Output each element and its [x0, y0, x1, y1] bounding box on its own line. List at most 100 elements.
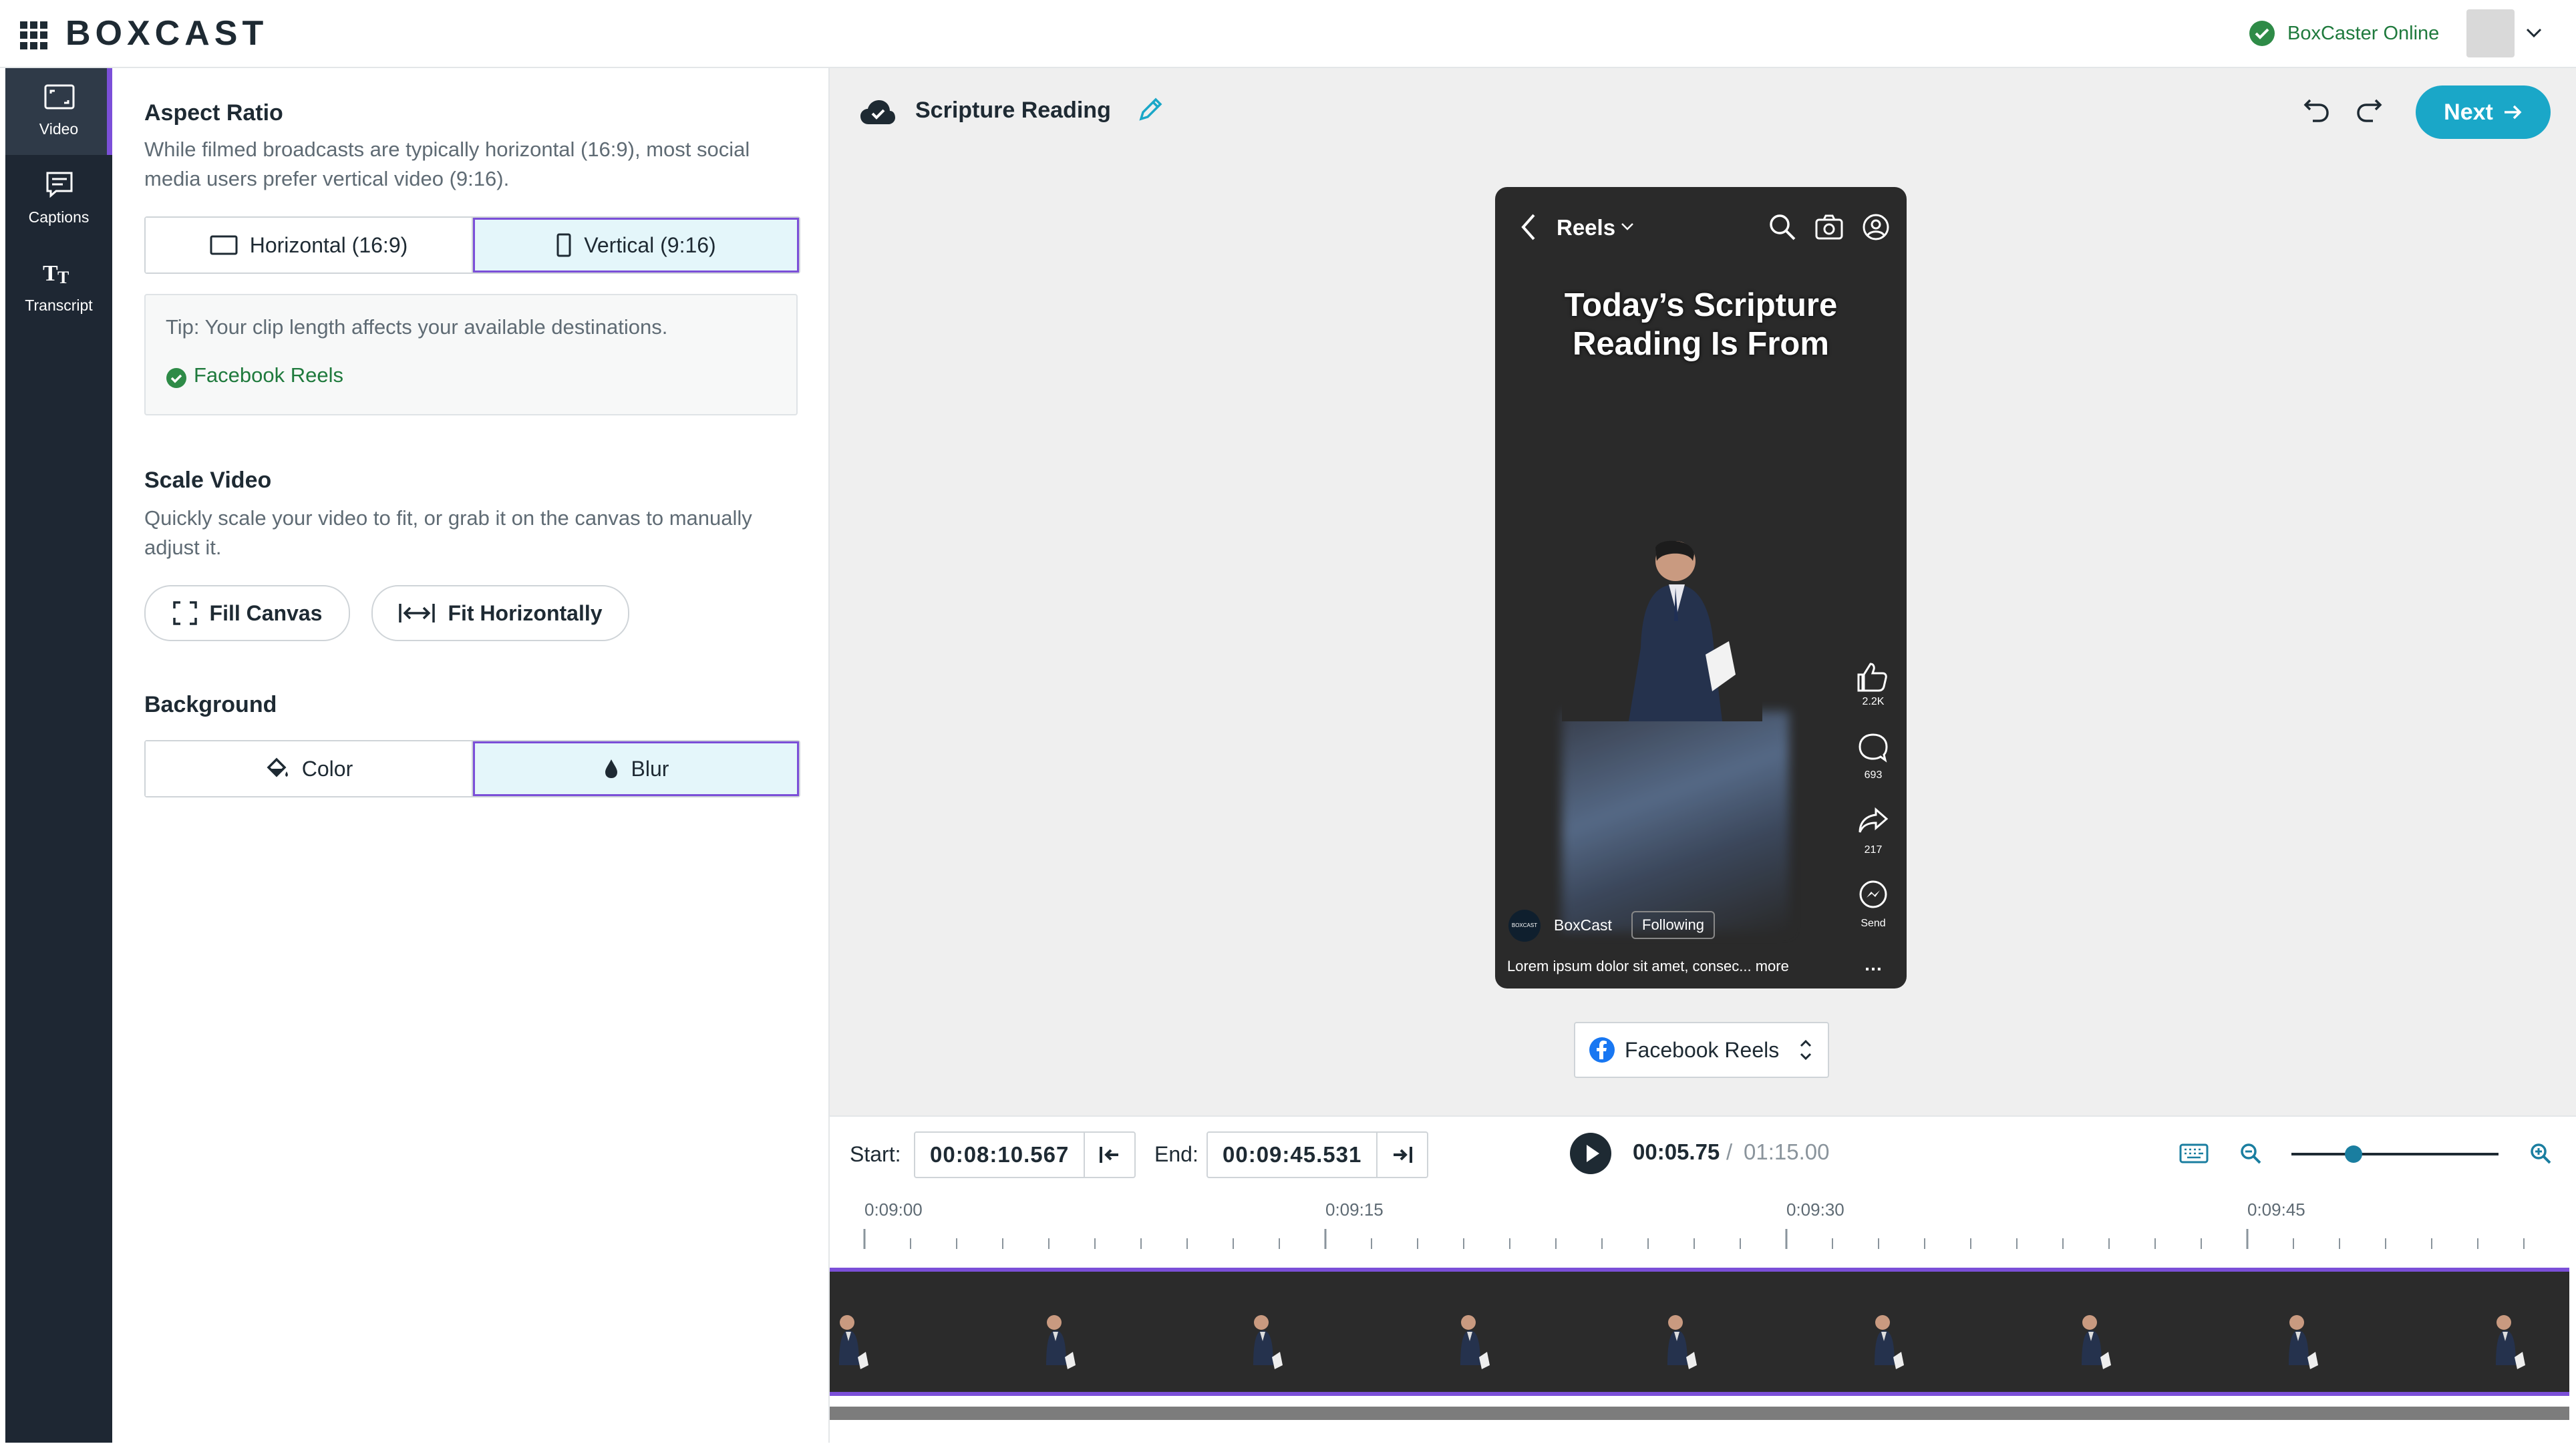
reel-caption: Lorem ipsum dolor sit amet, consec... mo… — [1507, 958, 1789, 974]
filmstrip-frame — [1667, 1315, 1697, 1369]
apps-grid-icon[interactable] — [20, 21, 48, 49]
arrow-right-icon — [2503, 102, 2523, 122]
device-status: BoxCaster Online — [2287, 23, 2440, 44]
reels-tab-label: Reels — [1557, 215, 1616, 240]
like-icon — [1853, 661, 1893, 692]
ruler-label: 0:09:15 — [1325, 1200, 1384, 1220]
filmstrip-frame — [1875, 1315, 1904, 1369]
rail-item-video[interactable]: Video — [5, 68, 112, 155]
redo-icon[interactable] — [2354, 96, 2384, 126]
blur-background-button[interactable]: Blur — [473, 741, 799, 796]
tool-rail: Video Captions TT Transcript — [5, 68, 112, 1443]
filmstrip-frame — [1460, 1315, 1490, 1369]
pencil-icon[interactable] — [1137, 96, 1164, 123]
play-button[interactable] — [1570, 1133, 1611, 1174]
messenger-icon — [1853, 879, 1893, 911]
speaker-video — [1562, 521, 1762, 902]
video-frame-icon — [44, 84, 75, 110]
filmstrip-frame — [2496, 1315, 2525, 1369]
like-count: 2.2K — [1862, 696, 1885, 707]
comment-count: 693 — [1864, 769, 1883, 781]
facebook-icon — [1589, 1037, 1615, 1063]
current-time: 00:05.75 — [1633, 1139, 1720, 1164]
undo-icon[interactable] — [2302, 96, 2331, 126]
portrait-icon — [556, 233, 572, 257]
aspect-ratio-heading: Aspect Ratio — [144, 100, 283, 126]
zoom-out-icon[interactable] — [2239, 1142, 2262, 1165]
video-filmstrip[interactable] — [830, 1268, 2569, 1396]
set-start-icon — [1098, 1145, 1121, 1165]
zoom-in-icon[interactable] — [2529, 1142, 2552, 1165]
horizontal-aspect-button[interactable]: Horizontal (16:9) — [146, 218, 473, 273]
ruler-label: 0:09:30 — [1786, 1200, 1844, 1220]
filmstrip-frame — [2289, 1315, 2318, 1369]
comment-icon — [1853, 732, 1893, 764]
aspect-ratio-description: While filmed broadcasts are typically ho… — [144, 138, 750, 190]
set-end-icon — [1391, 1145, 1414, 1165]
total-duration: 01:15.00 — [1744, 1139, 1830, 1164]
filmstrip-frame — [839, 1315, 868, 1369]
clip-length-tip: Tip: Your clip length affects your avail… — [144, 294, 798, 415]
end-label: End: — [1154, 1142, 1198, 1166]
destination-select[interactable]: Facebook Reels — [1574, 1022, 1829, 1078]
blur-background-label: Blur — [631, 756, 669, 781]
zoom-slider-track[interactable] — [2291, 1145, 2499, 1163]
chevron-down-icon — [1621, 222, 1634, 231]
background-toggle: Color Blur — [144, 740, 800, 797]
fill-canvas-label: Fill Canvas — [209, 600, 323, 625]
reels-preview[interactable]: Reels Today’s Scripture Reading Is From … — [1495, 187, 1907, 988]
end-timecode-value: 00:09:45.531 — [1223, 1142, 1362, 1167]
next-button[interactable]: Next — [2416, 85, 2551, 139]
fit-horizontally-button[interactable]: Fit Horizontally — [371, 585, 629, 641]
timeline-scrollbar[interactable] — [830, 1407, 2569, 1420]
svg-text:T: T — [57, 268, 69, 286]
paint-bucket-icon — [265, 757, 290, 781]
keyboard-icon[interactable] — [2179, 1143, 2209, 1163]
timeline-ruler[interactable] — [830, 1229, 2569, 1249]
chevron-down-icon[interactable] — [2525, 25, 2543, 40]
color-background-button[interactable]: Color — [146, 741, 473, 796]
scale-video-heading: Scale Video — [144, 468, 272, 493]
send-label: Send — [1861, 918, 1886, 929]
landscape-icon — [210, 234, 238, 256]
ruler-label: 0:09:45 — [2247, 1200, 2305, 1220]
back-chevron-icon — [1520, 212, 1537, 242]
rail-item-transcript[interactable]: TT Transcript — [5, 244, 112, 331]
color-background-label: Color — [301, 756, 353, 781]
share-count: 217 — [1864, 844, 1883, 856]
fit-horizontally-label: Fit Horizontally — [448, 600, 603, 625]
chevron-updown-icon — [1798, 1037, 1813, 1063]
vertical-aspect-button[interactable]: Vertical (9:16) — [473, 218, 799, 273]
droplet-icon — [603, 758, 619, 779]
camera-icon — [1814, 214, 1844, 240]
top-bar: BOXCAST BoxCaster Online — [0, 0, 2576, 68]
reels-top-bar: Reels — [1495, 187, 1907, 260]
filmstrip-frame — [1046, 1315, 1076, 1369]
profile-icon — [1861, 212, 1891, 242]
avatar[interactable] — [2466, 9, 2515, 57]
background-heading: Background — [144, 692, 277, 717]
account-name: BoxCast — [1554, 916, 1612, 934]
tip-text: Tip: Your clip length affects your avail… — [166, 315, 668, 339]
set-start-button[interactable] — [1084, 1133, 1134, 1177]
check-circle-icon — [2249, 20, 2275, 47]
account-avatar: BOXCAST — [1508, 910, 1541, 942]
boxcast-logo[interactable]: BOXCAST — [65, 13, 268, 53]
following-button: Following — [1631, 911, 1715, 939]
play-icon — [1587, 1145, 1599, 1162]
expand-corners-icon — [172, 600, 198, 626]
aspect-ratio-toggle: Horizontal (16:9) Vertical (9:16) — [144, 216, 800, 274]
next-label: Next — [2444, 99, 2493, 125]
start-timecode-field[interactable]: 00:08:10.567 — [914, 1131, 1136, 1178]
end-timecode-field[interactable]: 00:09:45.531 — [1206, 1131, 1429, 1178]
start-timecode-value: 00:08:10.567 — [930, 1142, 1070, 1167]
set-end-button[interactable] — [1376, 1133, 1427, 1177]
fill-canvas-button[interactable]: Fill Canvas — [144, 585, 350, 641]
zoom-slider-thumb[interactable] — [2345, 1145, 2362, 1163]
captions-icon — [45, 171, 73, 198]
reel-headline: Today’s Scripture Reading Is From — [1564, 287, 1838, 362]
project-title[interactable]: Scripture Reading — [915, 98, 1111, 124]
rail-item-captions[interactable]: Captions — [5, 156, 112, 243]
rail-label-transcript: Transcript — [25, 297, 93, 314]
start-label: Start: — [850, 1142, 901, 1166]
